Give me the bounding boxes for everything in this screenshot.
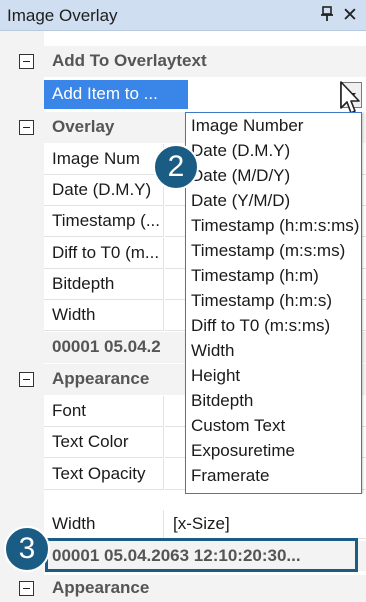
mouse-cursor-icon: [340, 81, 360, 114]
collapse-toggle-icon[interactable]: [19, 581, 34, 596]
dropdown-option[interactable]: Date (M/D/Y): [191, 166, 361, 190]
dropdown-option[interactable]: Framerate: [191, 466, 361, 490]
dropdown-option[interactable]: Image Number: [191, 116, 361, 140]
panel-title-bar: Image Overlay ✕: [0, 0, 366, 31]
dropdown-option[interactable]: Exposuretime: [191, 441, 361, 465]
close-icon[interactable]: ✕: [342, 4, 358, 27]
dropdown-option[interactable]: Width: [191, 341, 361, 365]
callout-badge-2: 2: [153, 144, 199, 190]
property-value[interactable]: [x-Size]: [165, 510, 366, 539]
property-name: Bitdepth: [44, 269, 164, 300]
dropdown-option[interactable]: Diff to T0 (m:s:ms): [191, 316, 361, 340]
property-name: Font: [44, 396, 164, 427]
property-name: Timestamp (...: [44, 206, 164, 237]
dropdown-option[interactable]: Custom Text: [191, 416, 361, 440]
summary-highlight-frame: [45, 538, 358, 572]
collapse-toggle-icon[interactable]: [19, 54, 34, 69]
property-name: Text Opacity: [44, 459, 164, 490]
callout-badge-3: 3: [4, 526, 50, 572]
dropdown-option[interactable]: Timestamp (m:s:ms): [191, 241, 361, 265]
add-item-row[interactable]: Add Item to ...: [44, 80, 366, 111]
category-label: Appearance: [52, 369, 150, 388]
dropdown-option[interactable]: Height: [191, 366, 361, 390]
property-name: Diff to T0 (m...: [44, 238, 164, 269]
add-item-value[interactable]: Add Item to ...: [44, 80, 188, 109]
category-appearance[interactable]: Appearance: [0, 575, 366, 602]
dropdown-option[interactable]: Bitdepth: [191, 391, 361, 415]
dropdown-option[interactable]: Timestamp (h:m): [191, 266, 361, 290]
dropdown-option[interactable]: Timestamp (h:m:s): [191, 291, 361, 315]
panel-title: Image Overlay: [7, 6, 118, 25]
collapse-toggle-icon[interactable]: [19, 372, 34, 387]
collapse-toggle-icon[interactable]: [19, 120, 34, 135]
property-name: Width: [44, 300, 164, 331]
dropdown-option[interactable]: Date (Y/M/D): [191, 191, 361, 215]
property-name: Image Num: [44, 144, 164, 175]
property-row-width[interactable]: Width [x-Size]: [0, 510, 366, 541]
property-name: Text Color: [44, 427, 164, 458]
category-label: Add To Overlaytext: [52, 51, 207, 70]
category-label: Overlay: [52, 117, 115, 136]
property-name: Date (D.M.Y): [44, 175, 164, 206]
pin-icon[interactable]: [320, 6, 334, 26]
category-add-to-overlay[interactable]: Add To Overlaytext: [0, 46, 366, 77]
dropdown-option[interactable]: Date (D.M.Y): [191, 141, 361, 165]
property-name: Width: [44, 510, 164, 539]
dropdown-option[interactable]: Timestamp (h:m:s:ms): [191, 216, 361, 240]
add-item-dropdown-list[interactable]: Image Number Date (D.M.Y) Date (M/D/Y) D…: [185, 112, 362, 494]
category-label: Appearance: [52, 578, 150, 597]
